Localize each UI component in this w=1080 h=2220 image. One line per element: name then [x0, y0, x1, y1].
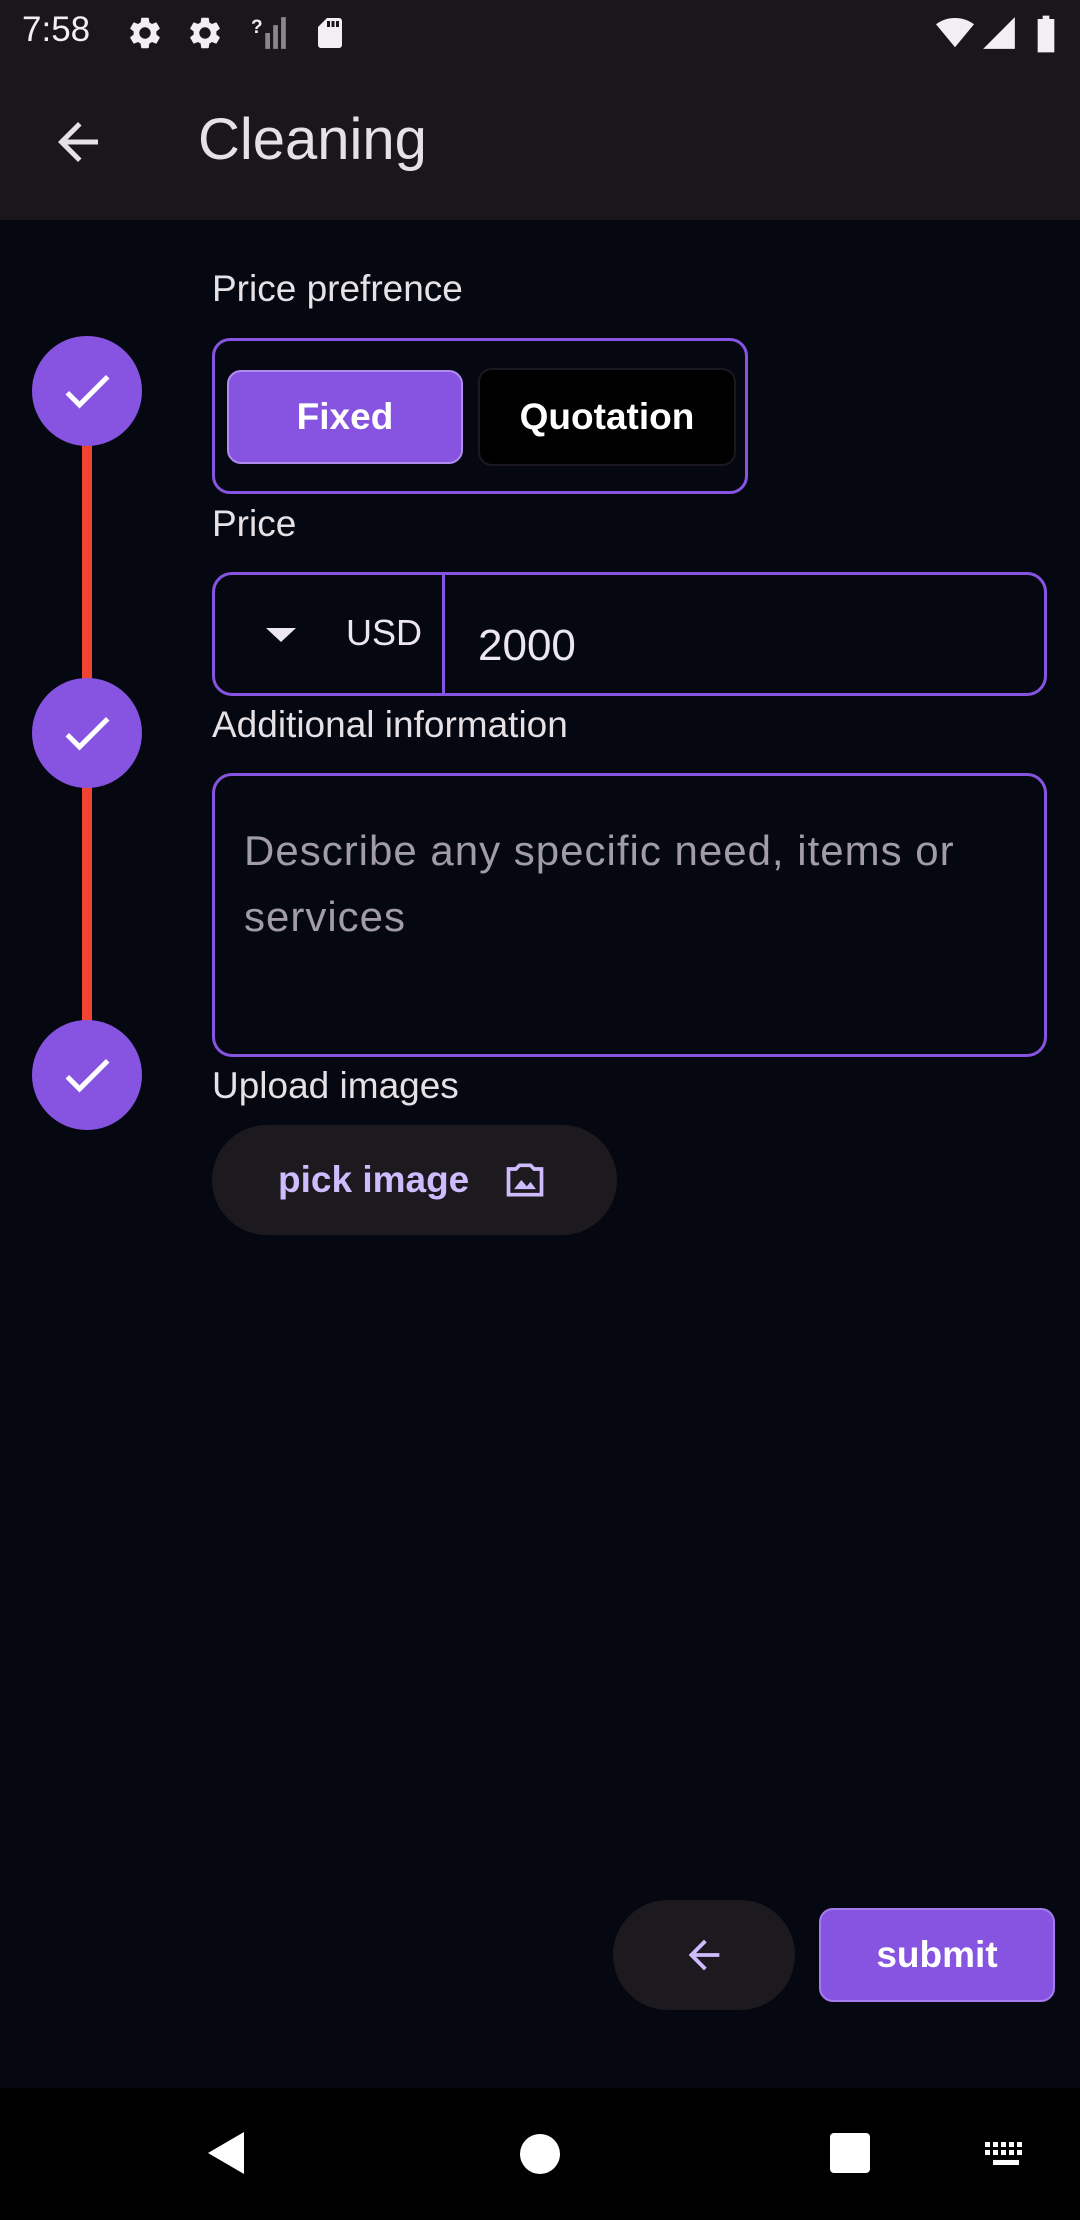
price-preference-label: Price prefrence	[212, 268, 463, 309]
arrow-drop-down-icon	[266, 628, 296, 642]
svg-text:?: ?	[251, 17, 263, 38]
additional-info-label: Additional information	[212, 704, 568, 745]
stepper-line	[82, 780, 92, 1030]
page-title: Cleaning	[198, 107, 427, 172]
pick-image-label: pick image	[278, 1159, 470, 1200]
keyboard-icon[interactable]	[983, 2140, 1029, 2170]
currency-value: USD	[346, 612, 423, 653]
cell-signal-icon	[983, 17, 1015, 49]
additional-info-input[interactable]	[244, 818, 1024, 1038]
recents-square-icon[interactable]	[829, 2132, 871, 2174]
image-icon	[506, 1163, 544, 1197]
step-indicator	[32, 678, 142, 788]
check-icon	[65, 374, 110, 409]
step-indicator	[32, 1020, 142, 1130]
step-indicator	[32, 336, 142, 446]
status-time: 7:58	[22, 10, 91, 49]
upload-images-label: Upload images	[212, 1065, 459, 1106]
battery-icon	[1037, 15, 1055, 53]
wifi-icon	[936, 17, 974, 48]
option-fixed-button[interactable]: Fixed	[227, 370, 463, 464]
previous-step-button[interactable]	[613, 1900, 795, 2010]
system-nav-bar	[0, 2088, 1080, 2220]
arrow-back-icon	[58, 122, 98, 162]
settings-icon	[190, 17, 220, 49]
settings-icon	[130, 17, 160, 49]
stepper-line	[82, 440, 92, 690]
app-bar	[0, 66, 1080, 220]
home-circle-icon[interactable]	[518, 2132, 562, 2176]
submit-button[interactable]: submit	[819, 1908, 1055, 2002]
price-divider	[442, 572, 445, 696]
arrow-back-icon	[688, 1939, 720, 1971]
sd-card-icon	[318, 18, 342, 48]
price-input[interactable]	[478, 618, 1018, 674]
check-icon	[65, 716, 110, 751]
check-icon	[65, 1058, 110, 1093]
price-label: Price	[212, 503, 297, 544]
option-quotation-button[interactable]: Quotation	[478, 368, 736, 466]
back-triangle-icon[interactable]	[204, 2128, 248, 2178]
no-signal-icon: ?	[251, 17, 286, 49]
back-button[interactable]	[42, 112, 114, 172]
status-bar: 7:58 ?	[0, 0, 1080, 66]
